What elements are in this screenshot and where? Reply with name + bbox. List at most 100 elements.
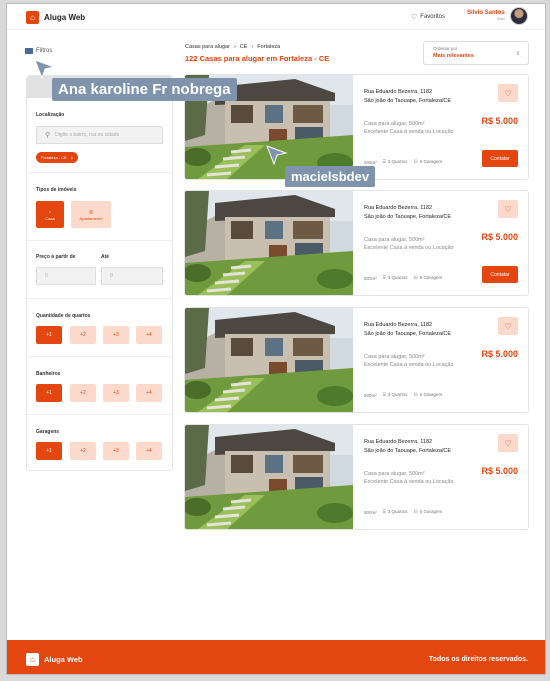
divider (27, 240, 172, 241)
car-icon: ⊟ (413, 275, 418, 281)
rooms-option-3[interactable]: +3 (103, 326, 129, 344)
sort-select[interactable]: Ordenar por Mais relevantes ⇕ (423, 41, 529, 65)
garages-option-2[interactable]: +2 (70, 442, 96, 460)
breadcrumb-item[interactable]: Casas para alugar (185, 44, 230, 50)
filters-heading: Filtros (25, 48, 52, 54)
divider (27, 356, 172, 357)
app-frame: ⌂ Aluga Web ♡ Favoritos Silvio Santos Da… (6, 3, 546, 675)
bed-icon: ⌸ (382, 275, 386, 281)
price-to-value: 0 (110, 273, 113, 279)
heart-icon: ♡ (504, 88, 512, 98)
baths-option-1[interactable]: +1 (36, 384, 62, 402)
location-tag[interactable]: Fortaleza - CE × (36, 152, 79, 163)
listing-card[interactable]: Rua Eduardo Bezerra, 1182 São joão do Ta… (184, 307, 529, 413)
favorite-heart-button[interactable]: ♡ (498, 84, 518, 102)
location-search-input[interactable]: ⚲ Digite o bairro, rua ou cidade (36, 126, 163, 144)
house-logo-icon: ⌂ (26, 653, 39, 666)
car-icon: ⊟ (413, 159, 418, 165)
footer-rights: Todos os direitos reservados. (428, 656, 528, 663)
listing-description: Casa para alugar, 500m² (364, 354, 425, 360)
house-icon: ⌂ (48, 208, 52, 214)
listing-card[interactable]: Rua Eduardo Bezerra, 1182 São joão do Ta… (184, 190, 529, 296)
listing-card[interactable]: Rua Eduardo Bezerra, 1182 São joão do Ta… (184, 424, 529, 530)
heart-icon: ♡ (504, 438, 512, 448)
favorite-heart-button[interactable]: ♡ (498, 200, 518, 218)
listing-address: Rua Eduardo Bezerra, 1182 (364, 89, 433, 95)
listing-photo[interactable] (185, 425, 353, 529)
types-label: Tipos de imóveis (36, 187, 77, 193)
listing-garage: 5 Garagem (419, 392, 443, 397)
listing-price: R$ 5.000 (481, 116, 518, 126)
close-icon[interactable]: × (71, 155, 73, 160)
favorite-heart-button[interactable]: ♡ (498, 434, 518, 452)
listing-features: 500m² ⌸ 3 Quartos ⊟ 5 Garagem (364, 275, 442, 281)
bed-icon: ⌸ (382, 392, 386, 398)
price-to-input[interactable]: 0 (101, 267, 163, 285)
heart-icon: ♡ (504, 204, 512, 214)
breadcrumb: Casas para alugar › CE › Fortaleza (185, 44, 280, 50)
listing-photo[interactable] (185, 191, 353, 295)
rooms-option-4[interactable]: +4 (136, 326, 162, 344)
car-icon: ⊟ (413, 509, 418, 515)
listing-description: Casa para alugar, 500m² (364, 237, 425, 243)
favorite-heart-button[interactable]: ♡ (498, 317, 518, 335)
type-casa-button[interactable]: ⌂ Casa (36, 201, 64, 228)
breadcrumb-item[interactable]: CE (240, 44, 248, 50)
price-from-label: Preço à partir de (36, 254, 76, 260)
location-label: Localização (36, 112, 65, 118)
favorites-link[interactable]: ♡ Favoritos (411, 13, 445, 21)
listing-area: 500m² (364, 275, 377, 281)
listing-rooms: 3 Quartos (387, 159, 408, 164)
heart-icon: ♡ (411, 14, 418, 21)
listing-price: R$ 5.000 (481, 466, 518, 476)
brand-name: Aluga Web (44, 13, 86, 22)
user-info[interactable]: Silvio Santos Dan (467, 10, 505, 21)
baths-option-4[interactable]: +4 (136, 384, 162, 402)
listing-price: R$ 5.000 (481, 232, 518, 242)
listing-price: R$ 5.000 (481, 349, 518, 359)
contact-button[interactable]: Contatar (482, 266, 518, 283)
filter-icon (25, 48, 33, 54)
rooms-option-2[interactable]: +2 (70, 326, 96, 344)
baths-label: Banheiros (36, 371, 61, 377)
rooms-option-1[interactable]: +1 (36, 326, 62, 344)
garages-option-4[interactable]: +4 (136, 442, 162, 460)
location-tag-label: Fortaleza - CE (41, 155, 67, 160)
garages-option-1[interactable]: +1 (36, 442, 62, 460)
footer-logo[interactable]: ⌂ Aluga Web (26, 653, 83, 666)
rooms-label: Quantidade de quartos (36, 313, 91, 319)
building-icon: ▥ (89, 208, 93, 214)
listing-address: Rua Eduardo Bezerra, 1182 (364, 439, 433, 445)
filters-title: Filtros (36, 48, 53, 54)
cursor-icon (34, 59, 56, 79)
price-from-input[interactable]: 0 (36, 267, 96, 285)
listing-neighborhood: São joão do Taouape, Fortaleza/CE (364, 98, 452, 104)
avatar[interactable] (510, 7, 528, 25)
contact-button[interactable]: Contatar (482, 150, 518, 167)
listing-features: 500m² ⌸ 3 Quartos ⊟ 5 Garagem (364, 392, 442, 398)
baths-option-3[interactable]: +3 (103, 384, 129, 402)
baths-option-2[interactable]: +2 (70, 384, 96, 402)
listing-rooms: 3 Quartos (387, 275, 408, 280)
listing-area: 500m² (364, 159, 377, 165)
listing-address: Rua Eduardo Bezerra, 1182 (364, 205, 433, 211)
house-photo (185, 308, 353, 412)
breadcrumb-item[interactable]: Fortaleza (257, 44, 280, 50)
cursor-icon (266, 145, 288, 165)
sort-label: Ordenar por (433, 46, 458, 51)
listing-rooms: 3 Quartos (387, 392, 408, 397)
divider (27, 172, 172, 173)
brand-logo[interactable]: ⌂ Aluga Web (26, 11, 85, 24)
top-header: ⌂ Aluga Web ♡ Favoritos Silvio Santos Da… (7, 4, 545, 30)
favorites-label: Favoritos (420, 14, 445, 20)
location-pin-icon: ⚲ (45, 132, 51, 139)
type-apartamento-button[interactable]: ▥ Apartamento (71, 201, 111, 228)
car-icon: ⊟ (413, 392, 418, 398)
filters-panel: Localização ⚲ Digite o bairro, rua ou ci… (26, 75, 173, 471)
price-from-value: 0 (45, 273, 48, 279)
listing-photo[interactable] (185, 308, 353, 412)
garages-option-3[interactable]: +3 (103, 442, 129, 460)
chevron-right-icon: › (233, 44, 236, 50)
listing-features: 500m² ⌸ 3 Quartos ⊟ 5 Garagem (364, 509, 442, 515)
listing-neighborhood: São joão do Taouape, Fortaleza/CE (364, 331, 452, 337)
